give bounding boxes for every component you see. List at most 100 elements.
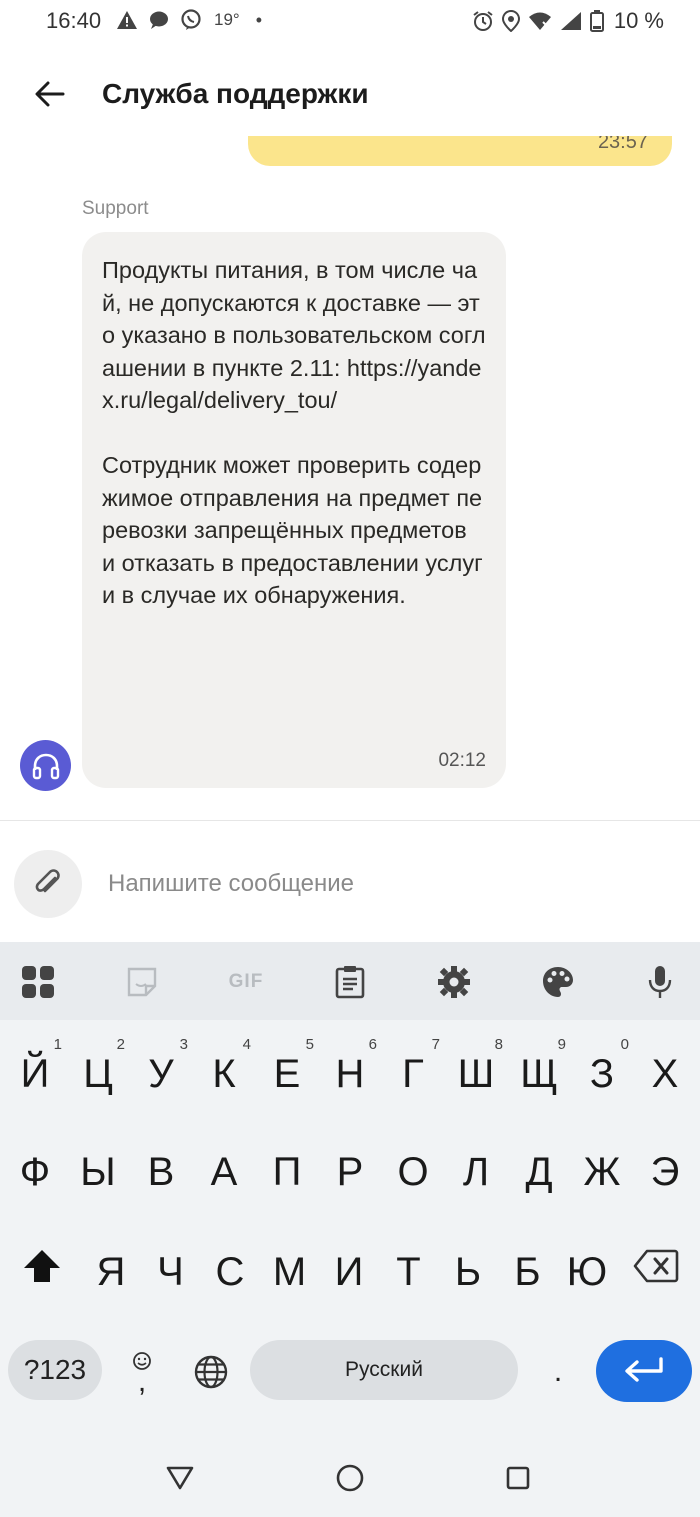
key[interactable]: Ы bbox=[67, 1132, 129, 1212]
key[interactable]: В bbox=[130, 1132, 192, 1212]
message-input[interactable] bbox=[108, 862, 668, 906]
circle-home-icon bbox=[336, 1464, 364, 1492]
location-icon bbox=[501, 10, 520, 32]
key[interactable]: Э bbox=[634, 1132, 696, 1212]
voice-input-button[interactable] bbox=[638, 960, 682, 1004]
system-icons: 10 % bbox=[472, 8, 664, 34]
gif-button[interactable]: GIF bbox=[224, 960, 268, 1004]
key[interactable]: П bbox=[256, 1132, 318, 1212]
key[interactable]: С bbox=[199, 1232, 261, 1312]
key-number-hint: 4 bbox=[242, 1036, 251, 1053]
key-label: Ф bbox=[19, 1149, 51, 1194]
own-message-bubble[interactable]: 23:57 bbox=[248, 136, 672, 166]
cellular-signal-icon bbox=[560, 12, 581, 30]
key-number-hint: 7 bbox=[431, 1036, 440, 1053]
nav-recents-button[interactable] bbox=[498, 1458, 538, 1498]
key-label: К bbox=[212, 1051, 236, 1096]
key[interactable]: Ь bbox=[437, 1232, 499, 1312]
page-title: Служба поддержки bbox=[102, 78, 369, 109]
temperature: 19° bbox=[214, 10, 240, 29]
support-avatar bbox=[20, 740, 71, 791]
key[interactable]: Ц2 bbox=[67, 1034, 129, 1114]
key-number-hint: 3 bbox=[179, 1036, 188, 1053]
key[interactable]: Щ9 bbox=[508, 1034, 570, 1114]
key-number-hint: 8 bbox=[494, 1036, 503, 1053]
key[interactable]: Я bbox=[80, 1232, 142, 1312]
key-label: З bbox=[589, 1051, 615, 1096]
key-label: Н bbox=[335, 1051, 365, 1096]
support-message-bubble[interactable]: Продукты питания, в том числе чай, не до… bbox=[82, 232, 506, 788]
grid-icon bbox=[22, 966, 54, 998]
key[interactable]: О bbox=[382, 1132, 444, 1212]
key-number-hint: 6 bbox=[368, 1036, 377, 1053]
status-time: 16:40 bbox=[46, 8, 102, 33]
key-label: И bbox=[334, 1249, 364, 1294]
comma-emoji-key[interactable]: , bbox=[118, 1342, 166, 1402]
apps-grid-button[interactable] bbox=[16, 960, 60, 1004]
key[interactable]: Ч bbox=[140, 1232, 202, 1312]
key[interactable]: Й1 bbox=[4, 1034, 66, 1114]
key-number-hint: 9 bbox=[557, 1036, 566, 1053]
key-label: Ч bbox=[157, 1249, 184, 1294]
enter-key[interactable] bbox=[596, 1340, 692, 1402]
key-label: Ж bbox=[583, 1149, 621, 1194]
key[interactable]: М bbox=[259, 1232, 321, 1312]
key[interactable]: Л bbox=[445, 1132, 507, 1212]
symbols-key[interactable]: ?123 bbox=[8, 1340, 102, 1400]
key-label: Р bbox=[336, 1149, 364, 1194]
key-label: В bbox=[147, 1149, 175, 1194]
triangle-back-icon bbox=[166, 1466, 194, 1490]
sticker-button[interactable] bbox=[120, 960, 164, 1004]
key[interactable]: Ш8 bbox=[445, 1034, 507, 1114]
onscreen-keyboard: GIF Й1Ц2У3К4Е5Н6Г7Ш8Щ9З0Х ФЫВАПРОЛДЖЭ ЯЧ… bbox=[0, 942, 700, 1517]
chat-bubble-icon bbox=[150, 11, 168, 29]
space-key[interactable]: Русский bbox=[250, 1340, 518, 1400]
key-row-3: ЯЧСМИТЬБЮ bbox=[0, 1232, 700, 1322]
key[interactable]: З0 bbox=[571, 1034, 633, 1114]
system-navigation-bar bbox=[0, 1440, 700, 1517]
key-label: Г bbox=[402, 1051, 424, 1096]
key[interactable]: Г7 bbox=[382, 1034, 444, 1114]
clipboard-button[interactable] bbox=[328, 960, 372, 1004]
key-row-2: ФЫВАПРОЛДЖЭ bbox=[0, 1132, 700, 1222]
key-label: Я bbox=[96, 1249, 126, 1294]
key-label: Б bbox=[514, 1249, 541, 1294]
key[interactable]: Ж bbox=[571, 1132, 633, 1212]
key[interactable]: Д bbox=[508, 1132, 570, 1212]
backspace-key[interactable] bbox=[628, 1232, 684, 1300]
nav-back-button[interactable] bbox=[160, 1458, 200, 1498]
period-key[interactable]: . bbox=[534, 1342, 582, 1402]
nav-home-button[interactable] bbox=[330, 1458, 370, 1498]
key[interactable]: К4 bbox=[193, 1034, 255, 1114]
backspace-icon bbox=[633, 1249, 679, 1283]
key[interactable]: Т bbox=[378, 1232, 440, 1312]
back-button[interactable] bbox=[28, 72, 72, 116]
key-label: Д bbox=[525, 1149, 553, 1194]
composer-divider bbox=[0, 820, 700, 821]
shift-key[interactable] bbox=[16, 1232, 68, 1300]
key-label: О bbox=[397, 1149, 429, 1194]
key[interactable]: Ф bbox=[4, 1132, 66, 1212]
key[interactable]: У3 bbox=[130, 1034, 192, 1114]
gear-icon bbox=[438, 966, 470, 998]
key-number-hint: 1 bbox=[53, 1036, 62, 1053]
key-label: Ц bbox=[83, 1051, 113, 1096]
key-label: Ь bbox=[454, 1249, 482, 1294]
warning-icon bbox=[117, 11, 137, 29]
key[interactable]: И bbox=[318, 1232, 380, 1312]
key-label: М bbox=[272, 1249, 307, 1294]
key[interactable]: Р bbox=[319, 1132, 381, 1212]
key[interactable]: Х bbox=[634, 1034, 696, 1114]
key[interactable]: А bbox=[193, 1132, 255, 1212]
key-label: Т bbox=[396, 1249, 421, 1294]
key[interactable]: Б bbox=[497, 1232, 559, 1312]
language-switch-key[interactable] bbox=[186, 1342, 236, 1402]
key[interactable]: Е5 bbox=[256, 1034, 318, 1114]
attach-button[interactable] bbox=[14, 850, 82, 918]
key[interactable]: Ю bbox=[556, 1232, 618, 1312]
keyboard-settings-button[interactable] bbox=[432, 960, 476, 1004]
chat-messages[interactable]: 23:57 Support Продукты питания, в том чи… bbox=[0, 136, 700, 820]
theme-button[interactable] bbox=[536, 960, 580, 1004]
key[interactable]: Н6 bbox=[319, 1034, 381, 1114]
enter-arrow-icon bbox=[625, 1357, 663, 1382]
